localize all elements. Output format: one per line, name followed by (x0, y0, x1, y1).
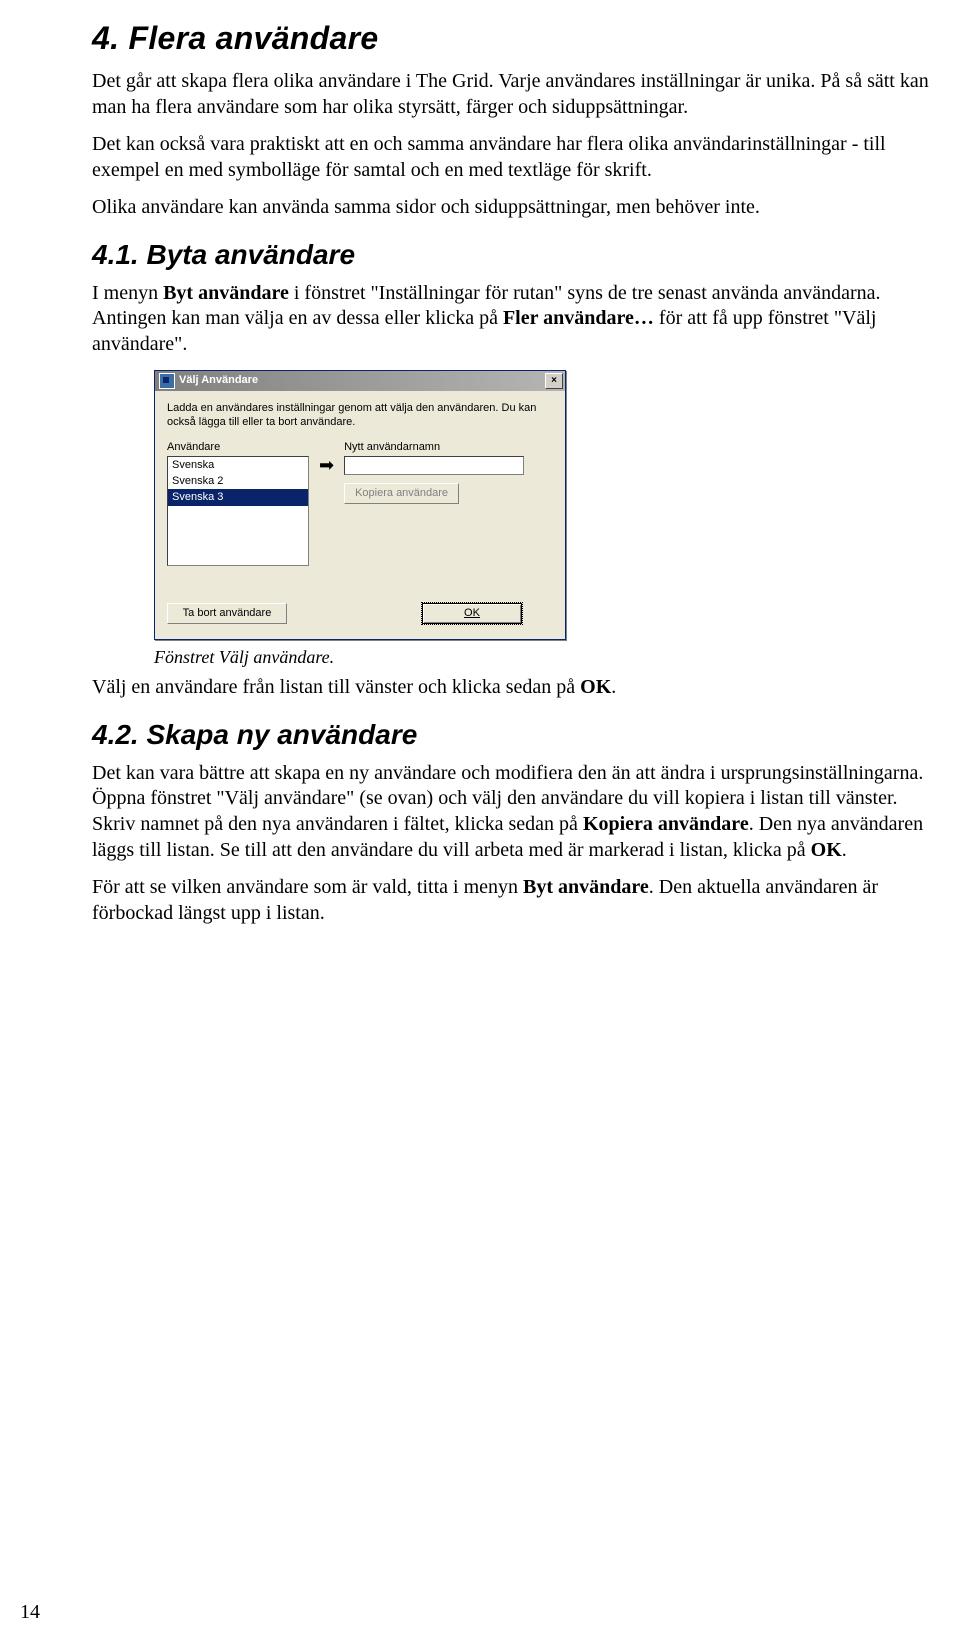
label-users: Användare (167, 440, 309, 454)
page-number: 14 (20, 1600, 40, 1626)
bold: OK (580, 676, 611, 698)
copy-user-button[interactable]: Kopiera användare (344, 483, 459, 504)
list-item-selected[interactable]: Svenska 3 (168, 489, 308, 505)
menu-name-bold: Fler användare… (503, 307, 654, 329)
bold: OK (811, 839, 842, 861)
heading-4-2: 4.2. Skapa ny användare (92, 717, 932, 753)
list-item[interactable]: Svenska (168, 457, 308, 473)
ok-focus-ring: OK (421, 602, 523, 625)
titlebar: Välj Användare × (155, 371, 565, 391)
heading-4: 4. Flera användare (92, 18, 932, 59)
text: I menyn (92, 282, 163, 304)
text: . (611, 676, 616, 698)
para-4-2-b: För att se vilken användare som är vald,… (92, 875, 932, 926)
figure-caption: Fönstret Välj användare. (154, 646, 932, 669)
select-user-dialog: Välj Användare × Ladda en användares ins… (154, 370, 566, 641)
para-4-3: Olika användare kan använda samma sidor … (92, 195, 932, 221)
para-4-1-intro: I menyn Byt användare i fönstret "Instäl… (92, 281, 932, 358)
user-listbox[interactable]: Svenska Svenska 2 Svenska 3 (167, 456, 309, 566)
left-column: Användare Svenska Svenska 2 Svenska 3 (167, 440, 309, 566)
arrow-right-icon: ➡ (319, 456, 334, 474)
text: För att se vilken användare som är vald,… (92, 876, 523, 898)
bold: Kopiera användare (583, 813, 749, 835)
para-4-2: Det kan också vara praktiskt att en och … (92, 132, 932, 183)
ok-button[interactable]: OK (422, 603, 522, 624)
right-column: Nytt användarnamn Kopiera användare (344, 440, 553, 504)
ok-label: OK (464, 607, 480, 619)
para-4-1-after: Välj en användare från listan till vänst… (92, 675, 932, 701)
bold: Byt användare (523, 876, 649, 898)
app-icon (159, 373, 175, 389)
window-title: Välj Användare (179, 373, 258, 387)
dialog-screenshot: Välj Användare × Ladda en användares ins… (154, 370, 932, 641)
para-4-2-a: Det kan vara bättre att skapa en ny anvä… (92, 761, 932, 863)
menu-name-bold: Byt användare (163, 282, 289, 304)
dialog-info-text: Ladda en användares inställningar genom … (167, 401, 553, 431)
delete-user-button[interactable]: Ta bort användare (167, 603, 287, 624)
label-new-username: Nytt användarnamn (344, 440, 553, 454)
para-4-1: Det går att skapa flera olika användare … (92, 69, 932, 120)
new-username-input[interactable] (344, 456, 524, 475)
text: Välj en användare från listan till vänst… (92, 676, 580, 698)
heading-4-1: 4.1. Byta användare (92, 237, 932, 273)
list-item[interactable]: Svenska 2 (168, 473, 308, 489)
close-icon[interactable]: × (545, 373, 563, 389)
text: . (842, 839, 847, 861)
